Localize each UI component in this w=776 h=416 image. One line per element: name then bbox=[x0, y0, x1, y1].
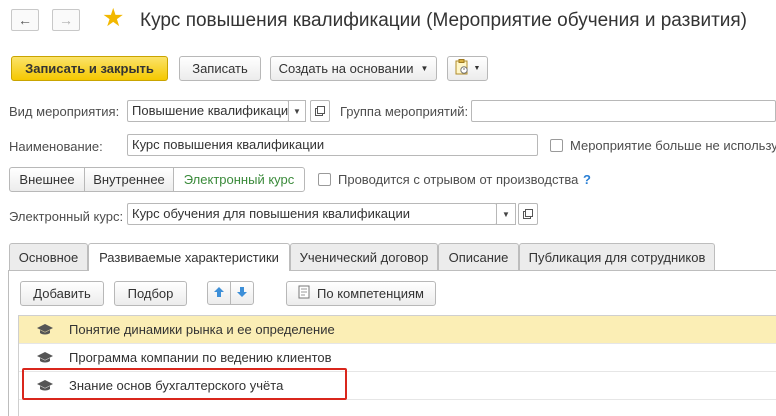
kind-external[interactable]: Внешнее bbox=[9, 167, 85, 192]
event-type-label: Вид мероприятия: bbox=[9, 104, 120, 119]
not-used-checkbox[interactable] bbox=[550, 139, 563, 152]
chevron-down-icon: ▼ bbox=[473, 65, 481, 72]
back-button[interactable]: ← bbox=[11, 9, 39, 31]
by-competencies-label: По компетенциям bbox=[317, 286, 424, 301]
open-icon bbox=[315, 104, 325, 119]
reports-menu-button[interactable]: ▼ bbox=[447, 56, 488, 81]
save-and-close-button[interactable]: Записать и закрыть bbox=[11, 56, 168, 81]
name-label: Наименование: bbox=[9, 139, 103, 154]
off-work-label: Проводится с отрывом от производства bbox=[338, 172, 579, 187]
by-competencies-button[interactable]: По компетенциям bbox=[286, 281, 436, 306]
move-up-button[interactable] bbox=[207, 281, 231, 305]
list-item-text: Программа компании по ведению клиентов bbox=[69, 350, 332, 365]
chevron-down-icon: ▼ bbox=[293, 106, 301, 116]
graduation-cap-icon bbox=[37, 324, 53, 336]
chevron-down-icon: ▼ bbox=[502, 209, 510, 219]
event-type-field[interactable]: Повышение квалификаци bbox=[127, 100, 289, 122]
event-type-dropdown[interactable]: ▼ bbox=[288, 100, 306, 122]
kind-internal[interactable]: Внутреннее bbox=[84, 167, 174, 192]
tab-description[interactable]: Описание bbox=[438, 243, 519, 270]
document-icon bbox=[298, 285, 310, 302]
tab-characteristics[interactable]: Развиваемые характеристики bbox=[88, 243, 290, 271]
characteristics-list: Понятие динамики рынка и ее определение … bbox=[18, 315, 776, 416]
forward-button[interactable]: → bbox=[52, 9, 80, 31]
ecourse-open-button[interactable] bbox=[518, 203, 538, 225]
back-arrow-icon: ← bbox=[18, 12, 32, 28]
event-type-open-button[interactable] bbox=[310, 100, 330, 122]
graduation-cap-icon bbox=[37, 352, 53, 364]
event-group-label: Группа мероприятий: bbox=[340, 104, 469, 119]
save-button[interactable]: Записать bbox=[179, 56, 261, 81]
add-button[interactable]: Добавить bbox=[20, 281, 104, 306]
arrow-down-icon bbox=[236, 286, 248, 301]
open-icon bbox=[523, 207, 533, 222]
create-based-on-button[interactable]: Создать на основании ▼ bbox=[270, 56, 437, 81]
ecourse-label: Электронный курс: bbox=[9, 209, 124, 224]
tab-main[interactable]: Основное bbox=[9, 243, 88, 270]
panel-border bbox=[8, 270, 9, 416]
event-group-field[interactable] bbox=[471, 100, 776, 122]
ecourse-dropdown[interactable]: ▼ bbox=[496, 203, 516, 225]
forward-arrow-icon: → bbox=[59, 12, 73, 28]
list-item-text: Понятие динамики рынка и ее определение bbox=[69, 322, 335, 337]
chevron-down-icon: ▼ bbox=[420, 64, 429, 73]
kind-ecourse[interactable]: Электронный курс bbox=[173, 167, 305, 192]
name-field[interactable]: Курс повышения квалификации bbox=[127, 134, 538, 156]
ecourse-field[interactable]: Курс обучения для повышения квалификации bbox=[127, 203, 497, 225]
tab-publication[interactable]: Публикация для сотрудников bbox=[519, 243, 715, 270]
off-work-checkbox[interactable] bbox=[318, 173, 331, 186]
tab-student-contract[interactable]: Ученический договор bbox=[290, 243, 438, 270]
favorite-star-icon[interactable]: ★ bbox=[102, 6, 124, 31]
highlight-frame bbox=[22, 368, 347, 400]
list-item-empty bbox=[19, 400, 776, 416]
list-item[interactable]: Понятие динамики рынка и ее определение bbox=[19, 316, 776, 344]
select-button[interactable]: Подбор bbox=[114, 281, 187, 306]
report-icon bbox=[455, 59, 469, 78]
help-icon[interactable]: ? bbox=[583, 172, 591, 187]
window-title: Курс повышения квалификации (Мероприятие… bbox=[140, 10, 747, 31]
move-down-button[interactable] bbox=[230, 281, 254, 305]
not-used-label: Мероприятие больше не использу bbox=[570, 138, 776, 153]
create-based-on-label: Создать на основании bbox=[278, 61, 414, 76]
arrow-up-icon bbox=[213, 286, 225, 301]
